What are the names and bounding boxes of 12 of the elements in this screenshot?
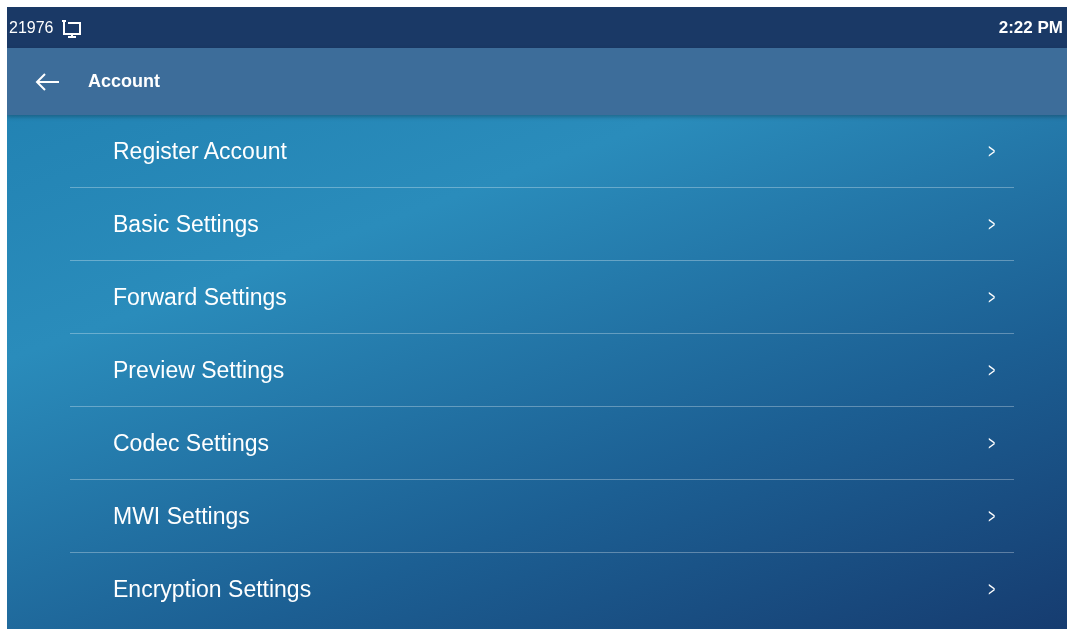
- menu-item[interactable]: Encryption Settings >: [70, 553, 1014, 625]
- network-monitor-icon: [59, 17, 82, 38]
- menu-item[interactable]: Register Account >: [70, 115, 1014, 188]
- menu-item[interactable]: MWI Settings >: [70, 480, 1014, 553]
- menu-item[interactable]: Basic Settings >: [70, 188, 1014, 261]
- menu-item[interactable]: Codec Settings >: [70, 407, 1014, 480]
- menu-item[interactable]: Preview Settings >: [70, 334, 1014, 407]
- back-arrow-icon[interactable]: [34, 71, 60, 92]
- extension-number: 21976: [9, 18, 54, 37]
- menu-item[interactable]: Forward Settings >: [70, 261, 1014, 334]
- clock-time: 2:22 PM: [998, 17, 1063, 38]
- page-title: Account: [88, 71, 160, 92]
